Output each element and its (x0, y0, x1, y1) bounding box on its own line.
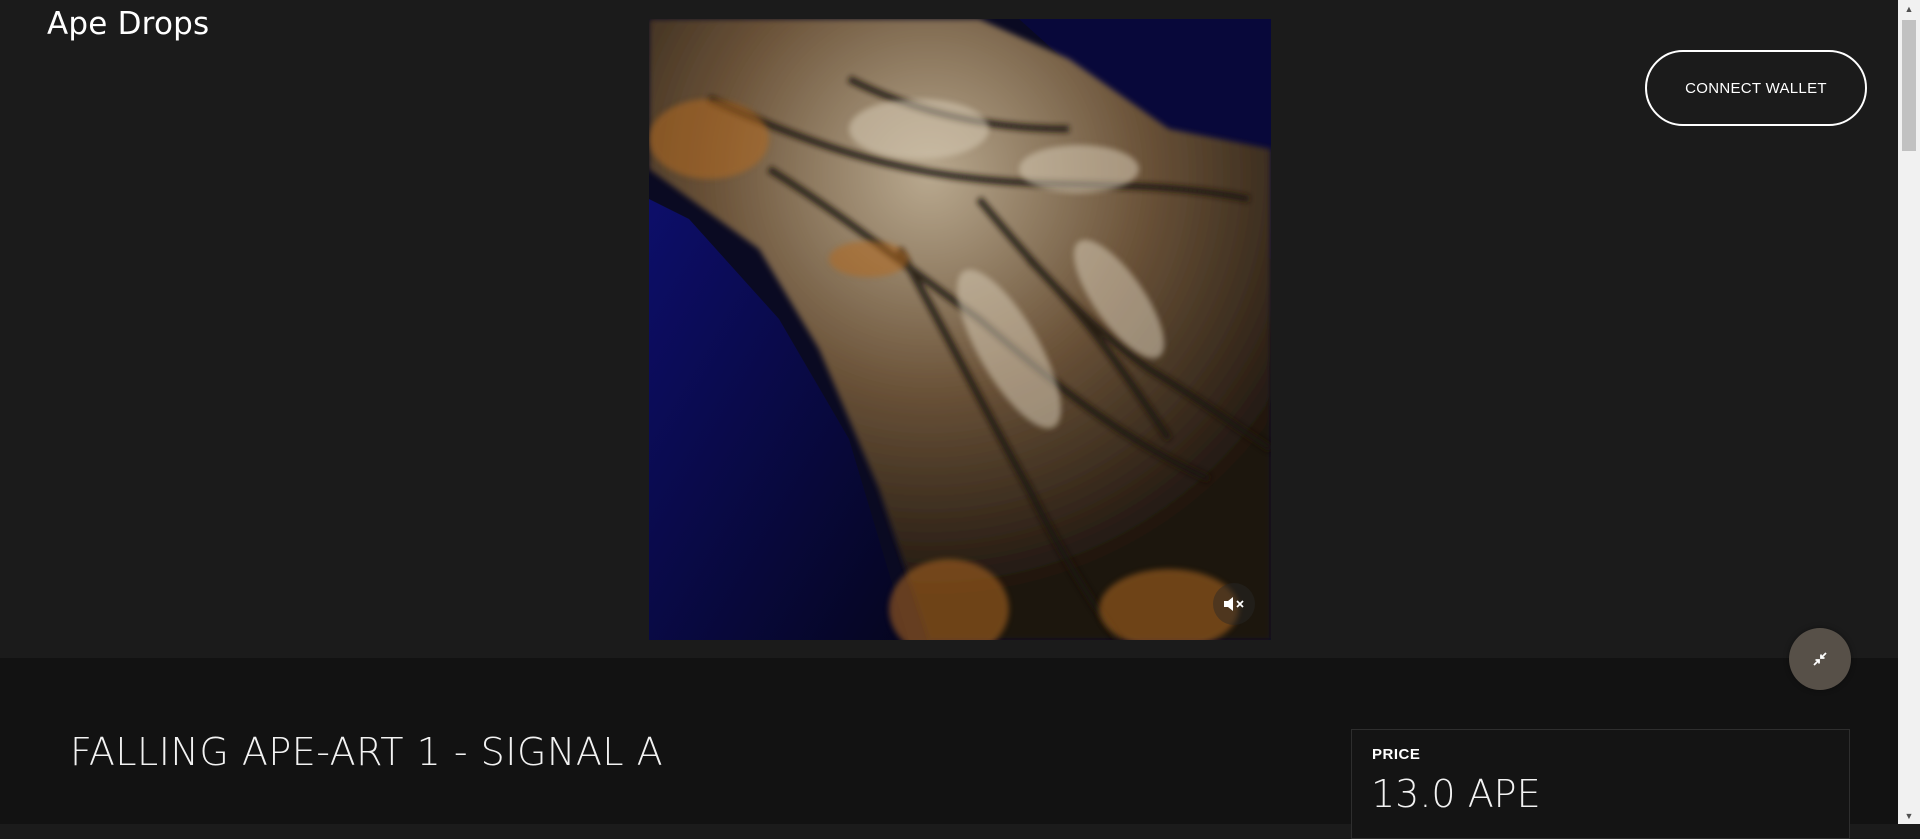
scroll-up-arrow-icon[interactable]: ▲ (1898, 0, 1920, 17)
artwork-video[interactable] (649, 19, 1271, 640)
brand-logo-text[interactable]: Ape Drops (47, 6, 209, 42)
page-scrollbar[interactable]: ▲ ▼ (1898, 0, 1920, 824)
fullscreen-toggle-button[interactable] (1789, 628, 1851, 690)
artwork-title: FALLING APE-ART 1 - SIGNAL A (70, 730, 664, 774)
speaker-muted-icon (1224, 597, 1244, 611)
price-card: PRICE 13.0 APE (1351, 729, 1850, 839)
hero-section: Ape Drops CONNECT WALLET (0, 0, 1898, 658)
price-value: 13.0 APE (1371, 772, 1541, 816)
scroll-thumb[interactable] (1902, 20, 1916, 151)
scroll-down-arrow-icon[interactable]: ▼ (1898, 807, 1920, 824)
price-label: PRICE (1372, 746, 1421, 763)
connect-wallet-button[interactable]: CONNECT WALLET (1645, 50, 1867, 126)
mute-button[interactable] (1213, 583, 1255, 625)
collapse-arrows-icon (1813, 652, 1827, 666)
